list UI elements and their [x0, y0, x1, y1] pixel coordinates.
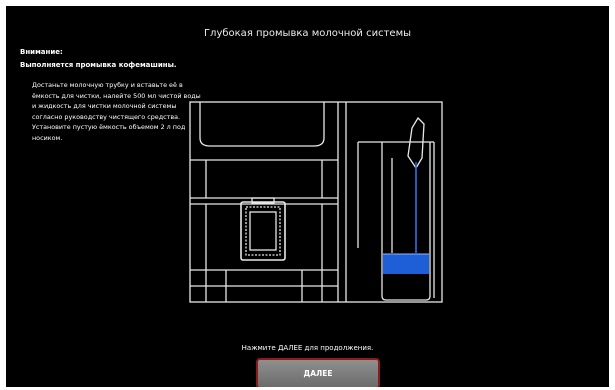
coffee-machine-milk-cleaning-diagram-icon [189, 101, 443, 303]
machine-top-panel [199, 102, 325, 147]
cleaning-liquid [383, 254, 429, 274]
instructions: Достаньте молочную трубку и вставьте её … [32, 80, 202, 144]
milk-tube [407, 116, 425, 170]
warning-label: Внимание: [20, 48, 63, 56]
screen: Глубокая промывка молочной системы Внима… [6, 6, 609, 387]
continue-hint: Нажмите ДАЛЕЕ для продолжения. [241, 344, 374, 352]
instruction-paragraph-1: Достаньте молочную трубку и вставьте её … [32, 81, 201, 121]
brew-unit [240, 201, 286, 261]
next-button[interactable]: ДАЛЕЕ [256, 358, 380, 387]
cleaning-container [381, 142, 431, 301]
page-title: Глубокая промывка молочной системы [203, 28, 412, 39]
instruction-paragraph-2: Установите пустую ёмкость объемом 2 л по… [32, 123, 186, 142]
warning-text: Выполняется промывка кофемашины. [20, 61, 177, 69]
